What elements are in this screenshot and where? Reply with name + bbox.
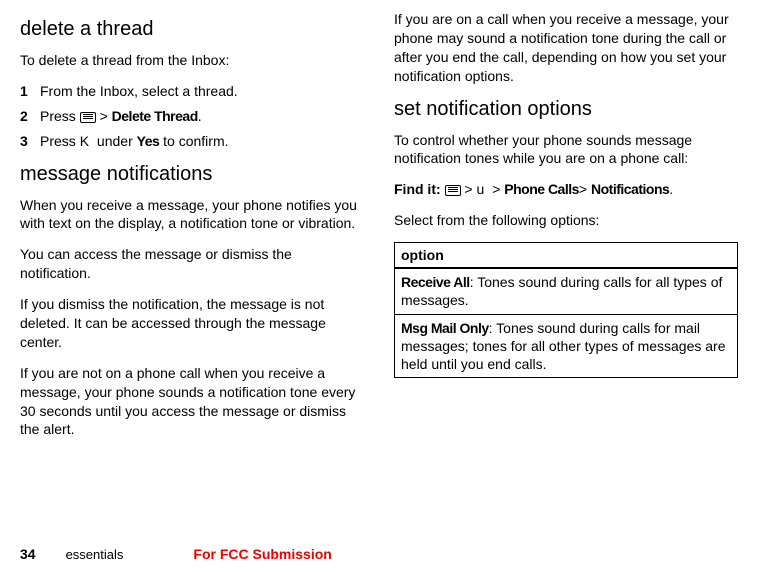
mn-para-1: When you receive a message, your phone n… xyxy=(20,196,364,234)
step-3: 3 Press K under Yes to confirm. xyxy=(20,132,364,151)
menu-key-icon xyxy=(80,112,96,123)
page-number: 34 xyxy=(20,546,36,562)
menu-key-icon xyxy=(445,185,461,196)
sn-para-1: To control whether your phone sounds mes… xyxy=(394,131,738,169)
findit-gt2: > xyxy=(488,181,504,197)
page-footer: 34 essentials For FCC Submission xyxy=(20,546,738,562)
heading-set-notification-options: set notification options xyxy=(394,98,738,121)
step2-prefix: Press xyxy=(40,108,80,124)
option-name: Msg Mail Only xyxy=(401,320,489,336)
findit-notifications: Notifications xyxy=(591,181,669,197)
findit-gt1: > xyxy=(461,181,477,197)
right-column: If you are on a call when you receive a … xyxy=(394,10,738,451)
step3-end: to confirm. xyxy=(159,133,228,149)
step3-bold: Yes xyxy=(137,133,160,149)
heading-delete-thread: delete a thread xyxy=(20,18,364,41)
step-number: 1 xyxy=(20,82,40,101)
table-header-option: option xyxy=(395,243,738,269)
k-key-icon: K xyxy=(80,133,93,149)
content-columns: delete a thread To delete a thread from … xyxy=(20,10,738,451)
step-1: 1 From the Inbox, select a thread. xyxy=(20,82,364,101)
findit-gt3: > xyxy=(579,181,591,197)
step2-end: . xyxy=(198,108,202,124)
findit-phone-calls: Phone Calls xyxy=(504,181,579,197)
left-column: delete a thread To delete a thread from … xyxy=(20,10,364,451)
section-name: essentials xyxy=(66,547,124,562)
step3-prefix: Press xyxy=(40,133,80,149)
mn-para-3: If you dismiss the notification, the mes… xyxy=(20,295,364,352)
select-intro: Select from the following options: xyxy=(394,211,738,230)
delete-steps: 1 From the Inbox, select a thread. 2 Pre… xyxy=(20,82,364,151)
step3-mid: under xyxy=(93,133,137,149)
option-name: Receive All xyxy=(401,274,470,290)
delete-intro: To delete a thread from the Inbox: xyxy=(20,51,364,70)
mn-para-4: If you are not on a phone call when you … xyxy=(20,364,364,440)
step-text: Press K under Yes to confirm. xyxy=(40,132,364,151)
options-table: option Receive All: Tones sound during c… xyxy=(394,242,738,378)
option-receive-all: Receive All: Tones sound during calls fo… xyxy=(395,268,738,314)
u-key-icon: u xyxy=(477,181,489,197)
find-it-label: Find it: xyxy=(394,181,445,197)
findit-end: . xyxy=(669,181,673,197)
step-number: 3 xyxy=(20,132,40,151)
find-it-line: Find it: > u > Phone Calls> Notification… xyxy=(394,180,738,199)
step-2: 2 Press > Delete Thread. xyxy=(20,107,364,126)
table-header-row: option xyxy=(395,243,738,269)
mn-para-2: You can access the message or dismiss th… xyxy=(20,245,364,283)
right-top-para: If you are on a call when you receive a … xyxy=(394,10,738,86)
table-row: Msg Mail Only: Tones sound during calls … xyxy=(395,314,738,378)
step2-gt: > xyxy=(96,108,112,124)
fcc-notice: For FCC Submission xyxy=(193,546,331,562)
step-text: From the Inbox, select a thread. xyxy=(40,82,364,101)
heading-message-notifications: message notifications xyxy=(20,163,364,186)
table-row: Receive All: Tones sound during calls fo… xyxy=(395,268,738,314)
step-text: Press > Delete Thread. xyxy=(40,107,364,126)
option-msg-mail-only: Msg Mail Only: Tones sound during calls … xyxy=(395,314,738,378)
step2-bold: Delete Thread xyxy=(112,108,198,124)
step-number: 2 xyxy=(20,107,40,126)
